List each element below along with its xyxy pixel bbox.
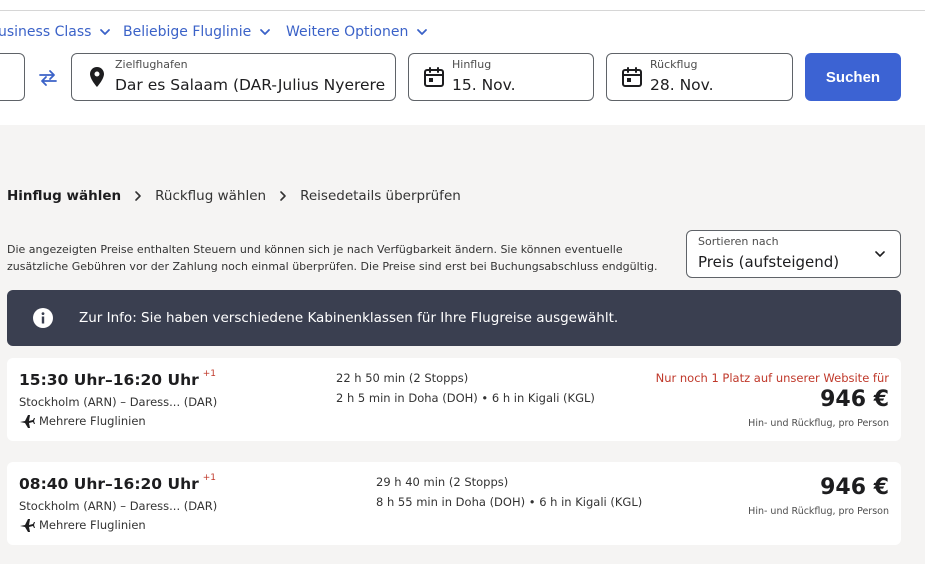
flight-route: Stockholm (ARN) – Daress... (DAR) [19,499,218,513]
location-pin-icon [90,67,104,87]
seat-availability-warning: Nur noch 1 Platz auf unserer Website für [655,371,889,385]
airline-filter[interactable]: Beliebige Fluglinie [123,23,273,41]
price-note: Hin- und Rückflug, pro Person [748,418,889,429]
chevron-right-icon [135,191,141,201]
airline-filter-label: Beliebige Fluglinie [123,24,252,40]
top-divider [0,10,925,11]
day-offset: +1 [202,368,217,379]
flight-layovers: 8 h 55 min in Doha (DOH) • 6 h in Kigali… [376,495,643,509]
swap-arrows-icon[interactable] [36,66,60,90]
flight-route: Stockholm (ARN) – Daress... (DAR) [19,395,218,409]
calendar-icon [424,67,444,87]
chevron-down-icon [260,29,271,35]
outbound-date-field[interactable]: Hinflug 15. Nov. [408,53,594,101]
flight-times: 15:30 Uhr–16:20 Uhr +1 [19,368,217,389]
flight-layovers: 2 h 5 min in Doha (DOH) • 6 h in Kigali … [336,391,595,405]
return-date-value: 28. Nov. [650,76,714,94]
price-note: Hin- und Rückflug, pro Person [748,506,889,517]
origin-field[interactable] [0,53,25,101]
sort-value: Preis (aufsteigend) [698,253,840,271]
return-date-label: Rückflug [650,58,698,71]
sort-label: Sortieren nach [698,235,779,248]
airline-label: Mehrere Fluglinien [39,414,146,428]
breadcrumb-step-return[interactable]: Rückflug wählen [155,188,266,204]
plane-icon [20,415,35,428]
day-offset: +1 [202,472,217,483]
destination-field[interactable]: Zielflughafen Dar es Salaam (DAR-Julius … [71,53,396,101]
info-banner-text: Zur Info: Sie haben verschiedene Kabinen… [79,310,619,326]
outbound-date-value: 15. Nov. [452,76,516,94]
chevron-down-icon [417,29,428,35]
flight-price: 946 € [820,387,889,412]
airline-label: Mehrere Fluglinien [39,518,146,532]
flight-airline: Mehrere Fluglinien [19,518,146,532]
more-options-label: Weitere Optionen [286,24,409,40]
return-date-field[interactable]: Rückflug 28. Nov. [606,53,793,101]
breadcrumb: Hinflug wählen Rückflug wählen Reisedeta… [7,186,461,206]
flight-price: 946 € [820,475,889,500]
flight-duration: 22 h 50 min (2 Stopps) [336,371,469,385]
cabin-class-filter[interactable]: usiness Class [0,23,113,41]
price-disclaimer: Die angezeigten Preise enthalten Steuern… [7,243,658,273]
destination-label: Zielflughafen [115,58,188,71]
breadcrumb-step-outbound: Hinflug wählen [7,188,122,204]
breadcrumb-step-review[interactable]: Reisedetails überprüfen [300,188,461,204]
calendar-icon [622,67,642,87]
plane-icon [20,519,35,532]
search-header: usiness Class Beliebige Fluglinie Weiter… [0,0,925,125]
chevron-right-icon [280,191,286,201]
flight-times: 08:40 Uhr–16:20 Uhr +1 [19,472,217,493]
info-icon [33,308,53,328]
flight-airline: Mehrere Fluglinien [19,414,146,428]
sort-dropdown[interactable]: Sortieren nach Preis (aufsteigend) [686,230,901,278]
flight-duration: 29 h 40 min (2 Stopps) [376,475,509,489]
info-banner: Zur Info: Sie haben verschiedene Kabinen… [7,290,901,346]
more-options-filter[interactable]: Weitere Optionen [286,23,430,41]
chevron-down-icon [875,251,885,257]
chevron-down-icon [100,29,111,35]
flight-result-card[interactable]: 15:30 Uhr–16:20 Uhr +1 Stockholm (ARN) – … [7,358,901,441]
destination-value: Dar es Salaam (DAR-Julius Nyerere ... [115,76,385,94]
flight-result-card[interactable]: 08:40 Uhr–16:20 Uhr +1 Stockholm (ARN) – … [7,462,901,545]
search-button[interactable]: Suchen [805,53,901,101]
cabin-class-label: usiness Class [0,24,92,40]
outbound-date-label: Hinflug [452,58,492,71]
